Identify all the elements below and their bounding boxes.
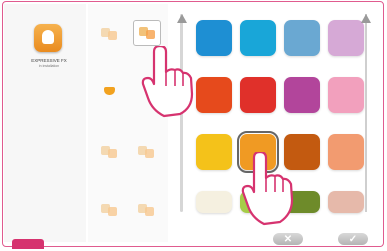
app-panel: EXPRESSIVE FX in installation — [4, 4, 86, 242]
scroll-up-icon[interactable] — [361, 14, 371, 23]
color-swatch[interactable] — [196, 134, 232, 170]
color-swatch[interactable] — [328, 191, 364, 213]
color-swatch[interactable] — [328, 134, 364, 170]
app-icon[interactable] — [34, 24, 62, 52]
color-swatch[interactable] — [284, 20, 320, 56]
cancel-button[interactable]: ✕ — [273, 233, 303, 245]
corner-tab — [12, 239, 44, 249]
tool-basket[interactable] — [96, 80, 122, 104]
tool-brush-b[interactable] — [133, 140, 159, 164]
tool-fill[interactable] — [133, 20, 161, 46]
palette-scrollbar[interactable] — [365, 14, 367, 212]
color-swatch[interactable] — [196, 20, 232, 56]
tool-brush-a[interactable] — [96, 140, 122, 164]
tool-small-a[interactable] — [96, 198, 122, 222]
color-swatch[interactable] — [196, 191, 232, 213]
app-title: EXPRESSIVE FX — [31, 58, 67, 63]
divider-arrow-icon[interactable] — [177, 14, 187, 23]
tool-layers[interactable] — [96, 22, 122, 46]
color-swatch[interactable] — [240, 20, 276, 56]
color-swatch[interactable] — [196, 77, 232, 113]
color-swatch[interactable] — [328, 77, 364, 113]
confirm-button[interactable]: ✓ — [338, 233, 368, 245]
color-swatch[interactable] — [284, 77, 320, 113]
hand-pointer-icon — [241, 152, 294, 226]
color-swatch[interactable] — [240, 77, 276, 113]
color-swatch[interactable] — [328, 20, 364, 56]
hand-pointer-icon — [141, 46, 194, 118]
tool-small-b[interactable] — [133, 198, 159, 222]
app-subtitle: in installation — [38, 64, 60, 68]
